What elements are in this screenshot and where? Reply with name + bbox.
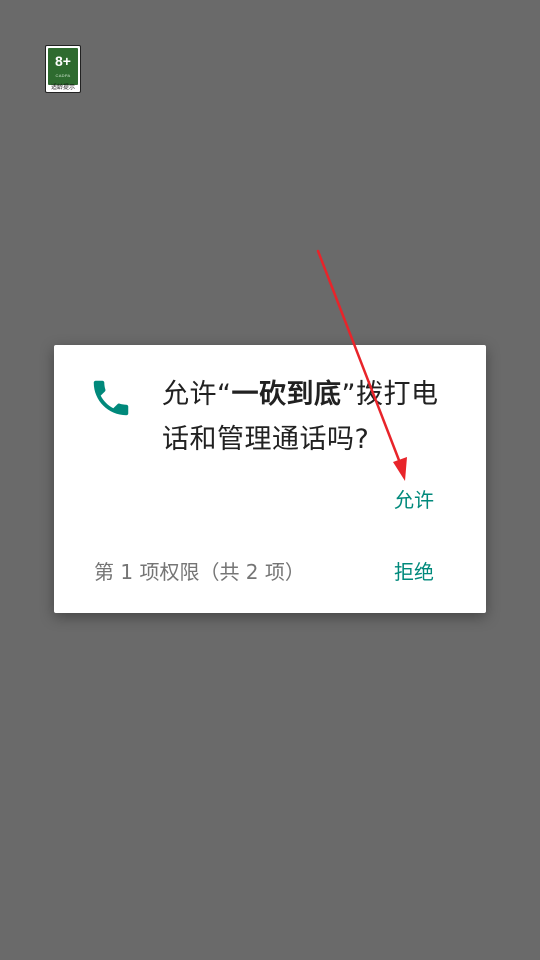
age-rating-org: CADPA bbox=[55, 73, 71, 78]
age-rating-caption: 适龄提示 bbox=[50, 84, 75, 91]
permission-counter: 第 1 项权限（共 2 项） bbox=[94, 560, 305, 584]
app-name: 一砍到底 bbox=[231, 379, 342, 410]
age-rating-panel: 8+ CADPA bbox=[48, 48, 78, 85]
phone-icon bbox=[93, 380, 129, 416]
age-rating-badge: 8+ CADPA 适龄提示 bbox=[45, 45, 81, 93]
title-suffix: ”拨打电 bbox=[341, 379, 439, 410]
dialog-title: 允许“一砍到底”拨打电话和管理通话吗? bbox=[162, 372, 462, 462]
title-line-2: 话和管理通话吗? bbox=[162, 424, 370, 455]
deny-button[interactable]: 拒绝 bbox=[394, 558, 434, 586]
permission-dialog: 允许“一砍到底”拨打电话和管理通话吗? 允许 第 1 项权限（共 2 项） 拒绝 bbox=[54, 345, 486, 613]
title-prefix: 允许“ bbox=[162, 379, 232, 410]
allow-button[interactable]: 允许 bbox=[394, 486, 434, 514]
age-rating-number: 8+ bbox=[55, 53, 71, 69]
